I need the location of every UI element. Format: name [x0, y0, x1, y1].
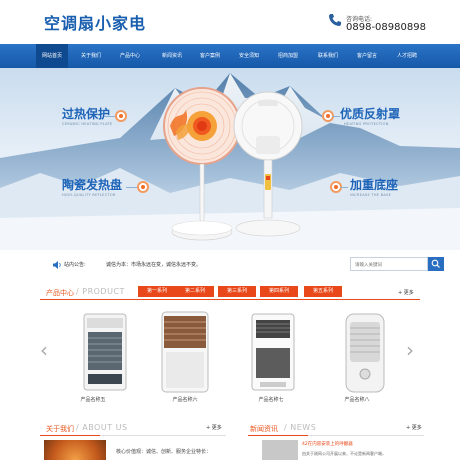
nav-item-about[interactable]: 关于我们 — [75, 44, 107, 68]
search-button[interactable] — [428, 257, 444, 271]
product-card[interactable] — [70, 308, 140, 408]
products-more-label: 更多 — [403, 290, 414, 296]
callout-dot — [115, 110, 127, 122]
main-nav: 网站首页 关于我们 产品中心 新闻资讯 客户案例 安全须知 招商加盟 联系我们 … — [0, 44, 460, 68]
news-title-en: / NEWS — [284, 423, 317, 432]
plus-icon: + — [206, 425, 211, 431]
news-divider-accent — [248, 435, 308, 436]
callout-line — [332, 116, 340, 117]
notice-label: 站内公告: — [64, 262, 86, 268]
notice-bar: 站内公告: 诚信为本：市场永远在变，诚信永远不变。 — [40, 254, 444, 276]
about-more-label: 更多 — [211, 425, 222, 431]
nav-item-safety[interactable]: 安全须知 — [233, 44, 265, 68]
phone-number: 0898-08980898 — [346, 22, 426, 33]
speaker-icon — [53, 261, 61, 269]
nav-item-franchise[interactable]: 招商加盟 — [272, 44, 304, 68]
news-more-label: 更多 — [411, 425, 422, 431]
products-title-en: / PRODUCT — [76, 287, 125, 296]
feature-ceramic-title: 陶瓷发热盘 — [62, 178, 123, 192]
product-name[interactable]: 产品名称五 — [58, 396, 128, 403]
news-thumbnail[interactable] — [262, 440, 298, 460]
search-input[interactable] — [350, 257, 428, 271]
air-cooler-image — [251, 313, 295, 391]
carousel-next-arrow[interactable]: › — [406, 338, 414, 362]
site-logo[interactable]: 空调扇小家电 — [44, 10, 146, 34]
news-headline[interactable]: 42在内容安装上的呼翻器 — [302, 441, 353, 447]
about-title: 关于我们 — [46, 425, 74, 433]
about-more-link[interactable]: + 更多 — [206, 424, 222, 431]
news-title: 新闻资讯 — [250, 425, 278, 433]
air-cooler-image — [345, 313, 385, 393]
heater-rear-image — [233, 91, 303, 237]
about-text: 核心价值观：诚信、创新、服务企业特长： — [116, 449, 212, 455]
callout-line — [340, 187, 348, 188]
feature-base-title: 加重底座 — [350, 178, 399, 192]
phone-icon — [329, 14, 341, 26]
products-title: 产品中心 — [46, 289, 74, 297]
product-name[interactable]: 产品名称六 — [150, 396, 220, 403]
series-tab-2[interactable]: 第二系列 — [176, 286, 214, 297]
nav-item-jobs[interactable]: 人才招聘 — [390, 44, 424, 68]
nav-item-cases[interactable]: 客户案例 — [194, 44, 226, 68]
feature-reflector-sub: HEATING PROTECTION — [344, 122, 389, 126]
about-image — [44, 440, 106, 460]
feature-reflector-title: 优质反射罩 — [340, 107, 401, 121]
site-header: 空调扇小家电 咨询电话: 0898-08980898 — [0, 0, 460, 44]
series-tab-3[interactable]: 第三系列 — [218, 286, 256, 297]
series-tab-5[interactable]: 第五系列 — [304, 286, 342, 297]
product-card[interactable] — [330, 308, 400, 408]
feature-overheat-title: 过热保护 — [62, 107, 111, 121]
nav-item-products[interactable]: 产品中心 — [114, 44, 146, 68]
about-divider-accent — [40, 435, 100, 436]
product-card[interactable] — [238, 308, 308, 408]
product-name[interactable]: 产品名称七 — [236, 396, 306, 403]
nav-item-home[interactable]: 网站首页 — [36, 44, 68, 68]
product-name[interactable]: 产品名称八 — [322, 396, 392, 403]
air-cooler-image — [83, 313, 127, 391]
nav-item-contact[interactable]: 联系我们 — [312, 44, 344, 68]
search-icon — [431, 259, 440, 268]
news-description: 由关于刚网公司开展以来，不论是新闻客户端， — [302, 451, 386, 456]
callout-dot — [137, 181, 149, 193]
series-tab-4[interactable]: 第四系列 — [260, 286, 298, 297]
notice-text[interactable]: 诚信为本：市场永远在变，诚信永远不变。 — [106, 261, 201, 268]
feature-ceramic-sub: HIGH-QUALITY REFLECTOR — [62, 193, 116, 197]
plus-icon: + — [398, 290, 403, 296]
nav-item-news[interactable]: 新闻资讯 — [156, 44, 188, 68]
feature-overheat-sub: CERAMIC HEATING PLATE — [62, 122, 113, 126]
hero-banner[interactable]: 过热保护 CERAMIC HEATING PLATE 陶瓷发热盘 HIGH-QU… — [0, 68, 460, 250]
news-more-link[interactable]: + 更多 — [406, 424, 422, 431]
plus-icon: + — [406, 425, 411, 431]
series-tab-1[interactable]: 第一系列 — [138, 286, 176, 297]
about-title-en: / ABOUT US — [76, 423, 128, 432]
feature-base-sub: INCREASE THE BASE — [350, 193, 392, 197]
carousel-prev-arrow[interactable]: ‹ — [40, 338, 48, 362]
products-divider — [40, 299, 420, 300]
nav-item-messages[interactable]: 客户留言 — [350, 44, 384, 68]
products-more-link[interactable]: + 更多 — [398, 289, 414, 296]
air-cooler-image — [161, 311, 209, 393]
product-card[interactable] — [150, 308, 220, 408]
